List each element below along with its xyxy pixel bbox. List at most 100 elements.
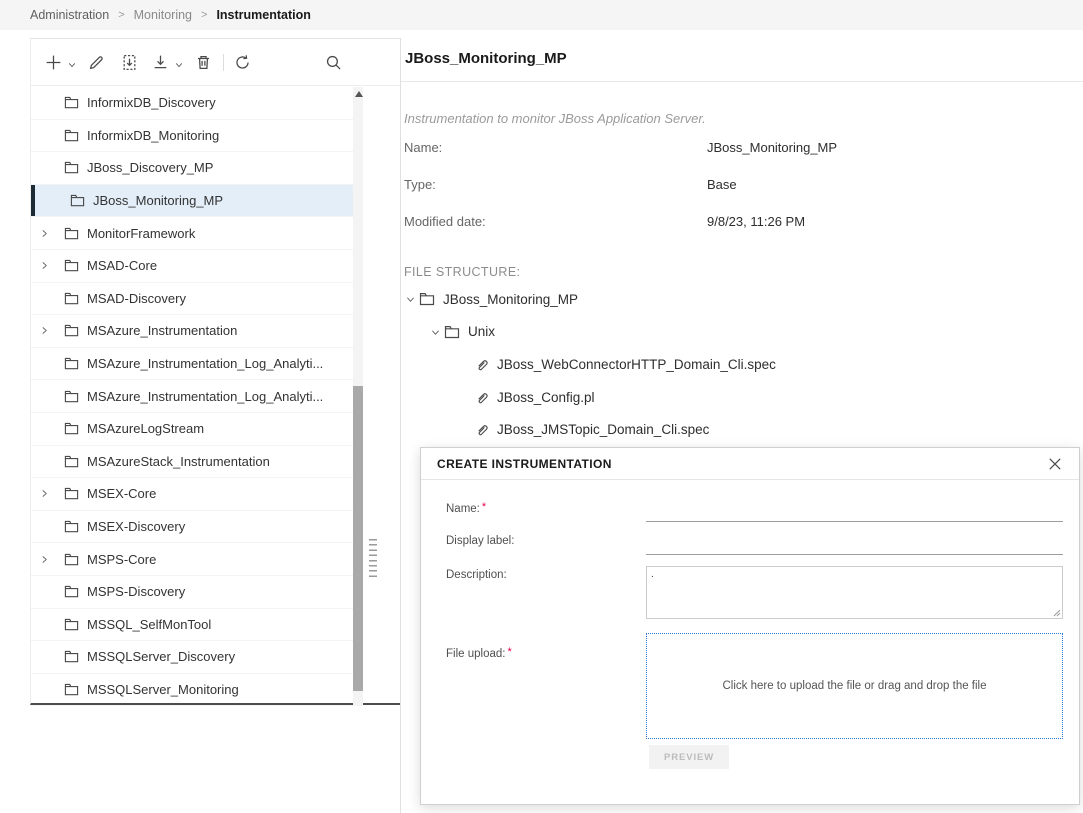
search-button[interactable] [325, 53, 343, 71]
tree-item-label: MSAzureLogStream [87, 421, 204, 436]
tree-item-msad-core[interactable]: MSAD-Core [31, 250, 353, 283]
tree-item-msad-discovery[interactable]: MSAD-Discovery [31, 283, 353, 316]
tree-item-msex-core[interactable]: MSEX-Core [31, 478, 353, 511]
fs-file-label: JBoss_WebConnectorHTTP_Domain_Cli.spec [497, 357, 776, 372]
file-structure-tree: JBoss_Monitoring_MP Unix JBoss_WebConnec… [401, 283, 1061, 446]
folder-icon [63, 454, 80, 469]
required-marker: * [507, 646, 511, 658]
fs-file[interactable]: JBoss_JMSTopic_Domain_Cli.spec [401, 413, 1061, 446]
tree-item-informixdb-monitoring[interactable]: InformixDB_Monitoring [31, 120, 353, 153]
tree-item-label: MSSQL_SelfMonTool [87, 617, 211, 632]
scrollbar-thumb[interactable] [353, 386, 363, 691]
upload-hint-text: Click here to upload the file or drag an… [722, 680, 986, 692]
tree-item-label: MSAzure_Instrumentation [87, 323, 237, 338]
display-label-field-label: Display label: [446, 535, 514, 547]
tree-item-monitorframework[interactable]: MonitorFramework [31, 217, 353, 250]
tree-item-label: MSPS-Discovery [87, 584, 185, 599]
fs-file[interactable]: JBoss_WebConnectorHTTP_Domain_Cli.spec [401, 348, 1061, 381]
detail-label: Type: [404, 177, 707, 192]
download-button[interactable] [152, 53, 170, 71]
tree-item-msps-core[interactable]: MSPS-Core [31, 543, 353, 576]
breadcrumb-monitoring[interactable]: Monitoring [134, 8, 192, 22]
tree-item-label: MSAD-Discovery [87, 291, 186, 306]
tree-item-msazure-log-analytics-2[interactable]: MSAzure_Instrumentation_Log_Analyti... [31, 380, 353, 413]
create-instrumentation-dialog: CREATE INSTRUMENTATION Name:* Display la… [420, 447, 1080, 805]
folder-icon [63, 95, 80, 110]
detail-value: Base [707, 177, 737, 192]
import-button[interactable] [121, 53, 139, 71]
folder-icon [63, 617, 80, 632]
tree-item-label: MSSQLServer_Monitoring [87, 682, 239, 697]
tree-item-msps-discovery[interactable]: MSPS-Discovery [31, 576, 353, 609]
display-label-input[interactable] [646, 539, 1063, 555]
folder-icon [418, 291, 436, 307]
folder-icon [63, 323, 80, 338]
folder-icon [69, 193, 86, 208]
tree-item-msazurestack-instrumentation[interactable]: MSAzureStack_Instrumentation [31, 446, 353, 479]
chevron-right-icon[interactable] [39, 554, 50, 565]
fs-file-label: JBoss_JMSTopic_Domain_Cli.spec [497, 422, 709, 437]
tree-item-mssql-selfmontool[interactable]: MSSQL_SelfMonTool [31, 609, 353, 642]
breadcrumb-administration[interactable]: Administration [30, 8, 109, 22]
tree-item-informixdb-discovery[interactable]: InformixDB_Discovery [31, 87, 353, 120]
close-icon[interactable] [1047, 456, 1063, 472]
breadcrumb: Administration > Monitoring > Instrument… [0, 0, 1083, 30]
folder-icon [63, 291, 80, 306]
tree-item-msazure-log-analytics-1[interactable]: MSAzure_Instrumentation_Log_Analyti... [31, 348, 353, 381]
tree-item-msazurelogstream[interactable]: MSAzureLogStream [31, 413, 353, 446]
dialog-title: CREATE INSTRUMENTATION [437, 457, 612, 471]
edit-button[interactable] [88, 53, 106, 71]
add-dropdown-chevron-icon[interactable] [67, 60, 77, 70]
detail-row-name: Name: JBoss_Monitoring_MP [404, 140, 1004, 155]
download-dropdown-chevron-icon[interactable] [174, 60, 184, 70]
folder-icon [63, 552, 80, 567]
chevron-down-icon[interactable] [428, 326, 443, 338]
chevron-down-icon[interactable] [403, 293, 418, 305]
chevron-right-icon[interactable] [39, 488, 50, 499]
fs-file[interactable]: JBoss_Config.pl [401, 381, 1061, 414]
description-field-label: Description: [446, 569, 507, 581]
tree-item-mssqlserver-monitoring[interactable]: MSSQLServer_Monitoring [31, 674, 353, 707]
description-textarea[interactable]: . [646, 566, 1063, 619]
file-structure-heading: FILE STRUCTURE: [404, 265, 520, 279]
tree-item-msex-discovery[interactable]: MSEX-Discovery [31, 511, 353, 544]
chevron-right-icon[interactable] [39, 325, 50, 336]
tree-item-jboss-monitoring-mp[interactable]: JBoss_Monitoring_MP [31, 185, 353, 218]
folder-icon [63, 486, 80, 501]
attachment-icon [475, 357, 490, 372]
delete-button[interactable] [195, 53, 213, 71]
fs-unix-folder[interactable]: Unix [401, 316, 1061, 349]
instrumentation-list-panel: InformixDB_Discovery InformixDB_Monitori… [30, 38, 400, 705]
folder-icon [63, 128, 80, 143]
tree-item-label: MSAzure_Instrumentation_Log_Analyti... [87, 389, 323, 404]
tree-item-label: MSAzure_Instrumentation_Log_Analyti... [87, 356, 323, 371]
tree-item-jboss-discovery-mp[interactable]: JBoss_Discovery_MP [31, 152, 353, 185]
tree-item-label: MSSQLServer_Discovery [87, 649, 235, 664]
folder-icon [63, 160, 80, 175]
tree-item-label: MSEX-Discovery [87, 519, 185, 534]
tree-item-label: MSEX-Core [87, 486, 156, 501]
detail-value: JBoss_Monitoring_MP [707, 140, 837, 155]
required-marker: * [482, 501, 486, 513]
folder-icon [63, 519, 80, 534]
detail-label: Name: [404, 140, 707, 155]
tree-item-label: MSAzureStack_Instrumentation [87, 454, 270, 469]
scroll-up-arrow-icon[interactable] [355, 91, 363, 97]
file-upload-dropzone[interactable]: Click here to upload the file or drag an… [646, 633, 1063, 739]
tree-item-label: JBoss_Monitoring_MP [93, 193, 223, 208]
folder-icon [63, 258, 80, 273]
preview-button[interactable]: PREVIEW [649, 745, 729, 769]
refresh-button[interactable] [234, 53, 252, 71]
dialog-header: CREATE INSTRUMENTATION [421, 448, 1079, 480]
tree-item-msazure-instrumentation[interactable]: MSAzure_Instrumentation [31, 315, 353, 348]
name-input[interactable] [646, 506, 1063, 522]
toolbar-divider [223, 54, 224, 71]
chevron-right-icon[interactable] [39, 228, 50, 239]
add-button[interactable] [45, 53, 63, 71]
tree-item-mssqlserver-discovery[interactable]: MSSQLServer_Discovery [31, 641, 353, 674]
chevron-right-icon[interactable] [39, 260, 50, 271]
folder-icon [63, 649, 80, 664]
fs-root-folder[interactable]: JBoss_Monitoring_MP [401, 283, 1061, 316]
panel-resize-handle[interactable] [369, 539, 377, 579]
detail-row-modified-date: Modified date: 9/8/23, 11:26 PM [404, 214, 1004, 229]
